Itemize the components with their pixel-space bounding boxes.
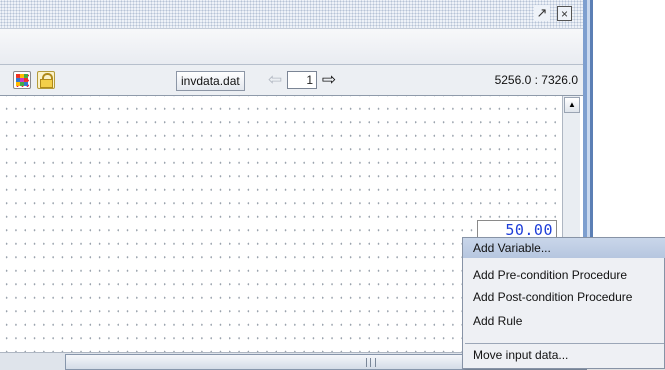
menu-band: [0, 29, 583, 65]
menu-item-move-input-data[interactable]: Move input data...: [463, 345, 665, 365]
menu-item-add-post-condition-procedure[interactable]: Add Post-condition Procedure: [463, 287, 665, 307]
arrow-left-icon[interactable]: ⇦: [264, 71, 286, 89]
scroll-up-icon[interactable]: ▲: [564, 97, 580, 113]
internal-frame-title-bar: ↗ ×: [0, 0, 583, 29]
arrow-right-icon[interactable]: ⇨: [318, 71, 340, 89]
color-grid-icon[interactable]: [13, 71, 31, 89]
toolbar: invdata.dat ⇦ 1 ⇨ 5256.0 : 7326.0: [0, 65, 583, 96]
data-file-button[interactable]: invdata.dat: [176, 71, 245, 91]
menu-item-add-rule[interactable]: Add Rule: [463, 311, 665, 331]
menu-separator: [465, 343, 664, 344]
lock-icon[interactable]: [37, 71, 55, 89]
page-number-field[interactable]: 1: [287, 71, 317, 89]
detach-window-icon[interactable]: ↗: [534, 5, 550, 21]
menu-item-add-variable[interactable]: Add Variable...: [463, 238, 665, 258]
menu-item-add-pre-condition-procedure[interactable]: Add Pre-condition Procedure: [463, 265, 665, 285]
scroll-grip-icon: [366, 358, 376, 367]
coordinates-readout: 5256.0 : 7326.0: [494, 73, 578, 87]
context-menu: Add Variable... Add Pre-condition Proced…: [462, 237, 665, 369]
close-icon[interactable]: ×: [557, 6, 572, 21]
